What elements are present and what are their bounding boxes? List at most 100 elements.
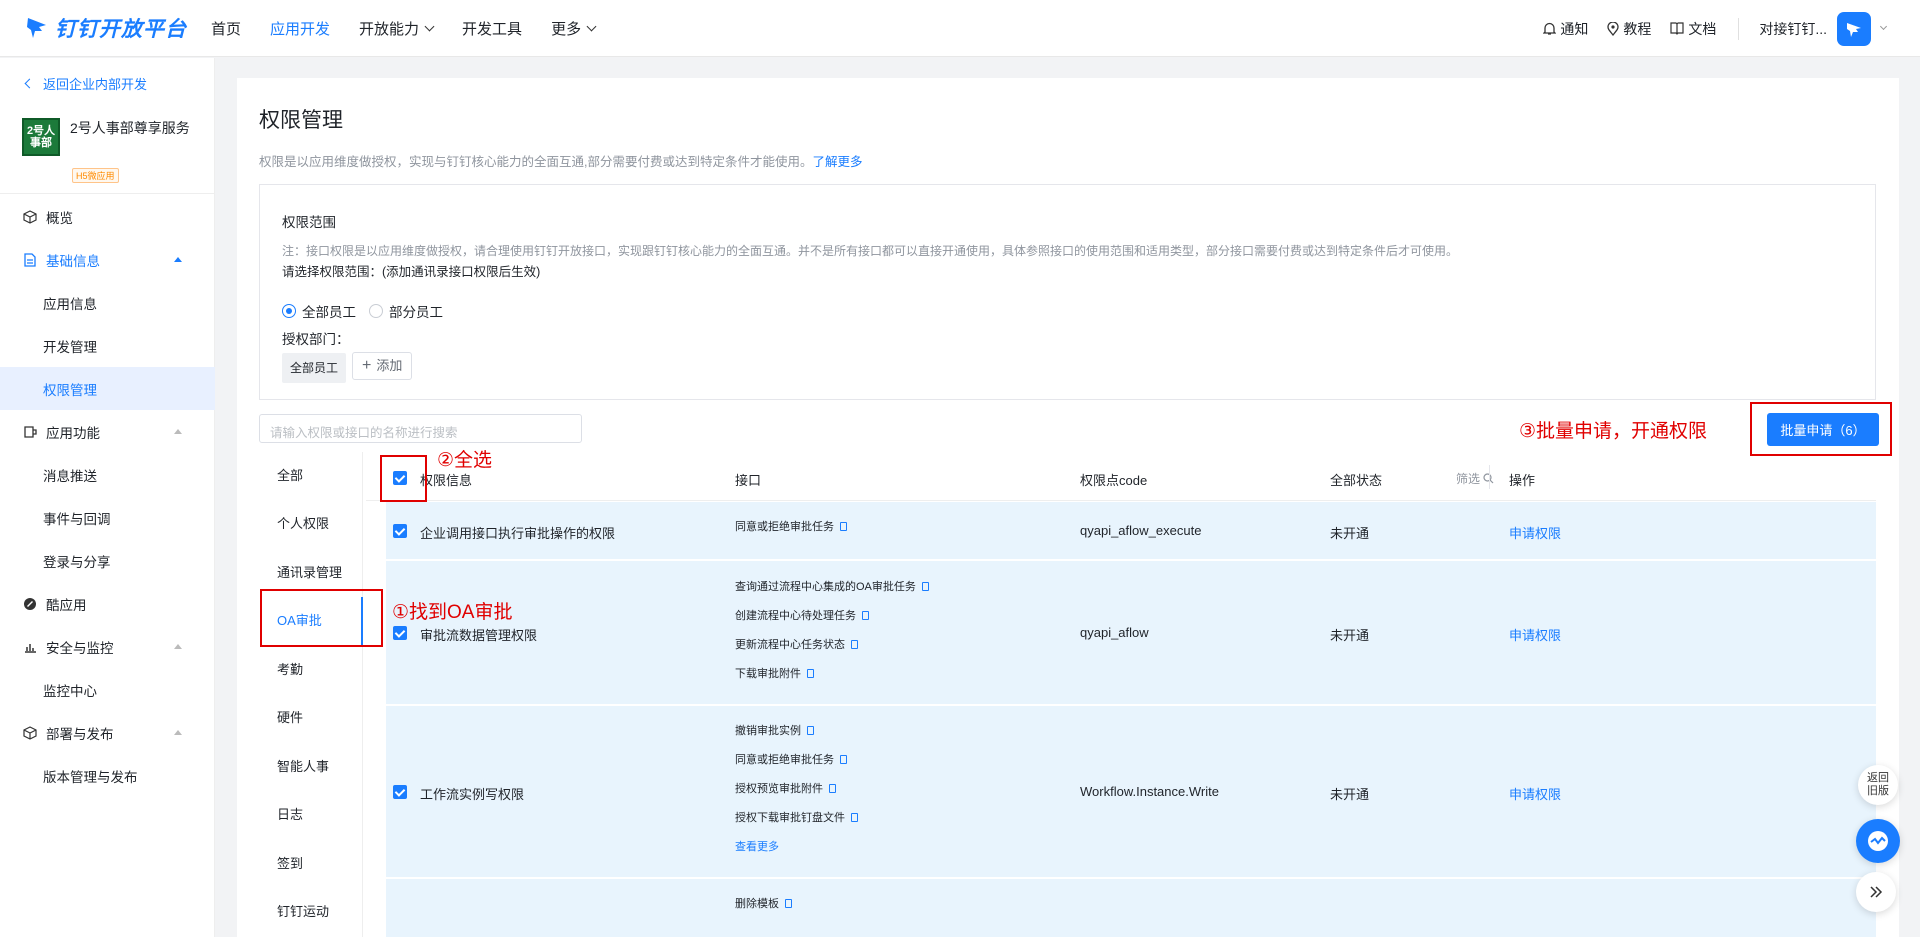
category-all[interactable]: 全部 (259, 452, 363, 500)
bar-chart-icon (23, 640, 37, 654)
menu-login-share[interactable]: 登录与分享 (0, 541, 215, 581)
caret-up-icon (174, 730, 182, 735)
menu-perm-manage[interactable]: 权限管理 (0, 367, 215, 410)
api-item-label: 下载审批附件 (735, 668, 801, 680)
category-hardware[interactable]: 硬件 (259, 694, 363, 742)
org-name: 对接钉钉... (1759, 20, 1827, 37)
caret-up-icon (174, 257, 182, 262)
category-attendance[interactable]: 考勤 (259, 646, 363, 694)
cube-icon (23, 726, 37, 740)
nav-more[interactable]: 更多 (551, 18, 597, 39)
menu-login-share-label: 登录与分享 (43, 555, 111, 570)
chevron-down-icon (1879, 22, 1888, 31)
api-item[interactable]: 创建流程中心待处理任务 (735, 607, 869, 623)
cube-icon (23, 210, 37, 224)
menu-msg-push[interactable]: 消息推送 (0, 455, 215, 495)
api-item[interactable]: 更新流程中心任务状态 (735, 636, 858, 652)
page-description-text: 权限是以应用维度做授权，实现与钉钉核心能力的全面互通,部分需要付费或达到特定条件… (259, 155, 813, 169)
row-checkbox[interactable] (393, 524, 407, 538)
menu-msg-push-label: 消息推送 (43, 469, 97, 484)
docs-link[interactable]: 文档 (1670, 19, 1716, 39)
menu-app-info[interactable]: 应用信息 (0, 283, 215, 323)
divider (1738, 17, 1740, 40)
add-dept-button[interactable]: + 添加 (352, 352, 413, 380)
org-switcher[interactable]: 对接钉钉... (1759, 11, 1888, 46)
api-item[interactable]: 同意或拒绝审批任务 (735, 751, 847, 767)
divider (0, 193, 215, 194)
api-item[interactable]: 删除模板 (735, 895, 792, 911)
dingtalk-bird-icon (1847, 22, 1861, 37)
menu-security-label: 安全与监控 (46, 641, 114, 656)
radio-all-staff[interactable]: 全部员工 (282, 301, 356, 321)
chevron-down-icon (424, 21, 435, 32)
menu-overview-label: 概览 (46, 211, 73, 226)
learn-more-link[interactable]: 了解更多 (812, 155, 862, 169)
radio-part-staff[interactable]: 部分员工 (369, 301, 443, 321)
menu-security[interactable]: 安全与监控 (0, 627, 215, 667)
api-item[interactable]: 查询通过流程中心集成的OA审批任务 (735, 578, 929, 594)
doc-icon (862, 610, 869, 620)
menu-dev-manage-label: 开发管理 (43, 340, 97, 355)
nav-dev-tools[interactable]: 开发工具 (462, 18, 522, 39)
scope-heading: 权限范围 (282, 215, 336, 230)
dept-chip[interactable]: 全部员工 (282, 353, 347, 383)
avatar[interactable] (1837, 11, 1871, 46)
menu-event-callback[interactable]: 事件与回调 (0, 498, 215, 538)
table-header: 权限信息 接口 权限点code 全部状态 筛选 操作 (366, 454, 1876, 501)
menu-event-callback-label: 事件与回调 (43, 512, 111, 527)
doc-icon (840, 754, 847, 764)
back-to-old-version-button[interactable]: 返回旧版 (1858, 765, 1898, 805)
menu-app-func[interactable]: 应用功能 (0, 412, 215, 452)
menu-ku-app[interactable]: 酷应用 (0, 584, 215, 624)
api-item[interactable]: 同意或拒绝审批任务 (735, 518, 847, 534)
chevron-down-icon (586, 21, 597, 32)
apply-permission-link[interactable]: 申请权限 (1509, 784, 1561, 803)
apply-permission-link[interactable]: 申请权限 (1509, 625, 1561, 644)
api-item[interactable]: 撤销审批实例 (735, 722, 814, 738)
doc-icon (851, 639, 858, 649)
api-item[interactable]: 下载审批附件 (735, 665, 814, 681)
category-checkin[interactable]: 签到 (259, 840, 363, 888)
menu-dev-manage[interactable]: 开发管理 (0, 326, 215, 366)
category-sport[interactable]: 钉钉运动 (259, 888, 363, 936)
category-log[interactable]: 日志 (259, 791, 363, 839)
annotation-select-all: ②全选 (437, 450, 493, 471)
notify-link[interactable]: 通知 (1543, 19, 1588, 39)
dingtalk-logo[interactable]: 钉钉开放平台 (25, 13, 187, 43)
annotation-box-batch (1750, 402, 1892, 456)
nav-home-label: 首页 (211, 21, 242, 38)
menu-overview[interactable]: 概览 (0, 197, 215, 237)
search-input[interactable]: 请输入权限或接口的名称进行搜索 (259, 414, 582, 443)
menu-monitor[interactable]: 监控中心 (0, 670, 215, 710)
header-code: 权限点code (1080, 473, 1148, 488)
nav-open-ability[interactable]: 开放能力 (359, 18, 435, 39)
menu-basic-info-label: 基础信息 (46, 254, 100, 269)
row-checkbox[interactable] (393, 785, 407, 799)
app-icon-text: 2号人事部 (26, 125, 56, 149)
category-smart-hr[interactable]: 智能人事 (259, 743, 363, 791)
menu-basic-info[interactable]: 基础信息 (0, 240, 215, 280)
annotation-find-oa: ①找到OA审批 (392, 602, 513, 623)
header-api: 接口 (735, 473, 762, 488)
apply-permission-link[interactable]: 申请权限 (1509, 523, 1561, 542)
radio-part-staff-label: 部分员工 (389, 305, 443, 320)
back-link[interactable]: 返回企业内部开发 (24, 74, 148, 93)
assistant-button[interactable] (1856, 819, 1900, 863)
menu-deploy[interactable]: 部署与发布 (0, 713, 215, 753)
expand-button[interactable] (1856, 872, 1896, 912)
category-list: 全部 个人权限 通讯录管理 OA审批 考勤 硬件 智能人事 日志 签到 钉钉运动 (259, 452, 363, 937)
nav-home[interactable]: 首页 (211, 18, 241, 39)
back-link-label: 返回企业内部开发 (43, 77, 148, 92)
radio-button[interactable] (369, 304, 383, 318)
api-item[interactable]: 授权下载审批钉盘文件 (735, 809, 858, 825)
doc-icon (807, 725, 814, 735)
nav-app-dev[interactable]: 应用开发 (270, 18, 330, 39)
view-more-link[interactable]: 查看更多 (735, 838, 779, 854)
radio-button-checked[interactable] (282, 304, 296, 318)
api-item[interactable]: 授权预览审批附件 (735, 780, 836, 796)
chat-assistant-icon (1868, 831, 1888, 851)
tutorial-link[interactable]: 教程 (1607, 19, 1651, 39)
menu-version[interactable]: 版本管理与发布 (0, 756, 215, 796)
row-checkbox[interactable] (393, 626, 407, 640)
category-personal[interactable]: 个人权限 (259, 500, 363, 548)
